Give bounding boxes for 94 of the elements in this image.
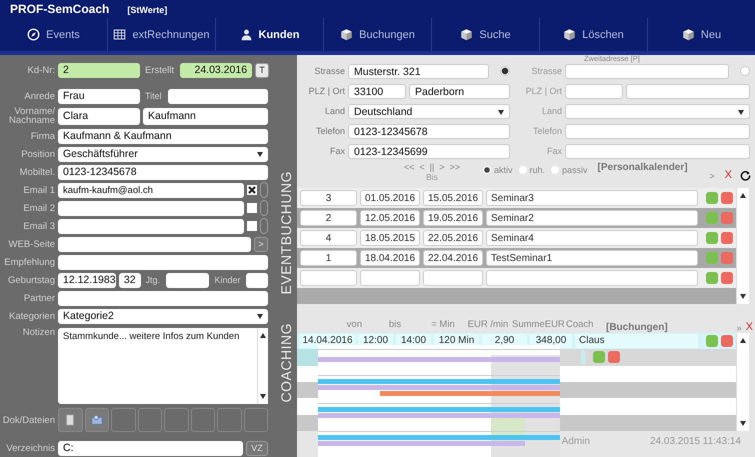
section-label: COACHING: [278, 323, 294, 402]
field-label: Land: [540, 106, 562, 116]
field-label: Position: [20, 150, 55, 158]
field-label: Fax: [328, 146, 345, 156]
text-field[interactable]: Musterstr. 321: [348, 64, 489, 78]
field-label: Fax: [546, 146, 562, 156]
section-title: [Buchungen]: [606, 322, 668, 333]
created-date-field[interactable]: 24.03.2016: [180, 62, 252, 78]
timestamp: 24.03.2015 11:43:14: [650, 436, 741, 447]
nav-tab[interactable]: Events: [0, 18, 108, 51]
table-cell: 1: [300, 250, 357, 266]
column-header: bis: [388, 319, 402, 332]
notes-text: Stammkunde... weitere Infos zum Kunden: [62, 330, 240, 344]
column-header: EUR /min: [466, 319, 510, 332]
section-title: [Personalkalender]: [598, 162, 688, 173]
t-button[interactable]: T: [255, 62, 270, 78]
column-header: = Min: [430, 319, 456, 332]
dropdown[interactable]: Deutschland: [348, 104, 510, 118]
dropdown[interactable]: Kategorie2: [58, 308, 268, 324]
email-field[interactable]: kaufm-kaufm@aol.ch: [58, 182, 244, 198]
field-label: Dok/Dateien: [2, 416, 55, 424]
app-title: PROF-SemCoach: [10, 2, 110, 16]
table-cell: 18.05.2015: [360, 230, 420, 246]
nav-tab[interactable]: Buchungen: [324, 18, 432, 51]
close-button[interactable]: X: [744, 321, 755, 333]
field-label: Partner: [22, 294, 55, 302]
age-field[interactable]: 32: [119, 272, 141, 288]
column-header: SummeEUR: [512, 319, 564, 332]
field-label: Notizen: [22, 328, 55, 337]
field-label: Geburtstag: [7, 276, 55, 284]
field-label: WEB-Seite: [8, 240, 55, 248]
nav-tab[interactable]: Neu: [648, 18, 755, 51]
table-cell: 3: [300, 190, 357, 206]
field-label: Strasse: [313, 66, 345, 76]
text-field[interactable]: 0123-12345678: [58, 164, 268, 180]
field-label: Strasse: [530, 66, 562, 76]
field-label: Telefon: [532, 126, 562, 136]
field-label: Kinder: [213, 276, 242, 284]
notes-area[interactable]: Stammkunde... weitere Infos zum Kunden: [58, 328, 268, 404]
field-label: Telefon: [314, 126, 345, 136]
field-label: Email 1: [22, 186, 55, 194]
nav-tab[interactable]: Löschen: [540, 18, 648, 51]
table-cell: Claus: [575, 334, 698, 348]
table-cell: Seminar3: [486, 190, 698, 206]
field-label: Email 3: [22, 222, 55, 230]
field-label: Anrede: [23, 92, 55, 100]
close-button[interactable]: X: [722, 169, 734, 181]
field-label: Email 2: [22, 204, 55, 212]
dropdown[interactable]: Geschäftsführer: [58, 146, 268, 162]
column-header: Coach: [565, 319, 594, 332]
field-label: Titel: [144, 92, 163, 100]
text-field[interactable]: 0123-12345678: [348, 124, 510, 138]
field-label: Verzeichnis: [5, 444, 55, 452]
field-label: Erstellt: [144, 66, 176, 74]
field-label: Firma: [30, 132, 55, 140]
table-cell: TestSeminar1: [486, 250, 698, 266]
user-name: Admin: [562, 436, 590, 447]
table-cell: 15.05.2016: [423, 190, 483, 206]
nav-tab[interactable]: Kunden: [216, 18, 324, 51]
text-field[interactable]: 0123-12345699: [348, 144, 510, 158]
text-field[interactable]: Kaufmann & Kaufmann: [58, 128, 268, 144]
field-label: Land: [324, 106, 345, 116]
table-cell: 22.05.2016: [423, 230, 483, 246]
table-cell: 01.05.2016: [360, 190, 420, 206]
nav-tab[interactable]: extRechnungen: [108, 18, 216, 51]
field-label: Mobiltel.: [18, 168, 55, 176]
customer-number-field[interactable]: 2: [58, 62, 140, 78]
first-name-field[interactable]: Clara: [58, 108, 140, 124]
nav-tab[interactable]: Suche: [432, 18, 540, 51]
salutation-field[interactable]: Frau: [58, 88, 140, 104]
birthday-field[interactable]: 12.12.1983: [58, 272, 116, 288]
field-label: PLZ | Ort: [524, 86, 562, 96]
field-label: Kd-Nr:: [26, 66, 55, 74]
table-cell: 22.04.2016: [423, 250, 483, 266]
field-label: Vorname/ Nachname: [8, 107, 55, 125]
table-cell: 18.04.2016: [360, 250, 420, 266]
table-cell: 12.05.2016: [360, 210, 420, 226]
table-cell: Seminar2: [486, 210, 698, 226]
column-header: Bis: [426, 172, 438, 182]
field-label: Kategorien: [8, 312, 55, 320]
table-cell: 19.05.2016: [423, 210, 483, 226]
city-field[interactable]: Paderborn: [409, 84, 510, 98]
field-label: Jtg.: [144, 276, 162, 284]
zip-field[interactable]: 33100: [348, 84, 406, 98]
column-header: von: [346, 319, 363, 332]
field-label: Empfehlung: [3, 258, 55, 266]
app-subtitle: [StWerte]: [127, 5, 168, 15]
table-cell: 2: [300, 210, 357, 226]
section-label: EVENTBUCHUNG: [278, 170, 294, 294]
table-cell: Seminar4: [486, 230, 698, 246]
table-cell: 4: [300, 230, 357, 246]
directory-field[interactable]: C:: [58, 440, 243, 456]
field-label: PLZ | Ort: [308, 86, 345, 96]
last-name-field[interactable]: Kaufmann: [143, 108, 268, 124]
